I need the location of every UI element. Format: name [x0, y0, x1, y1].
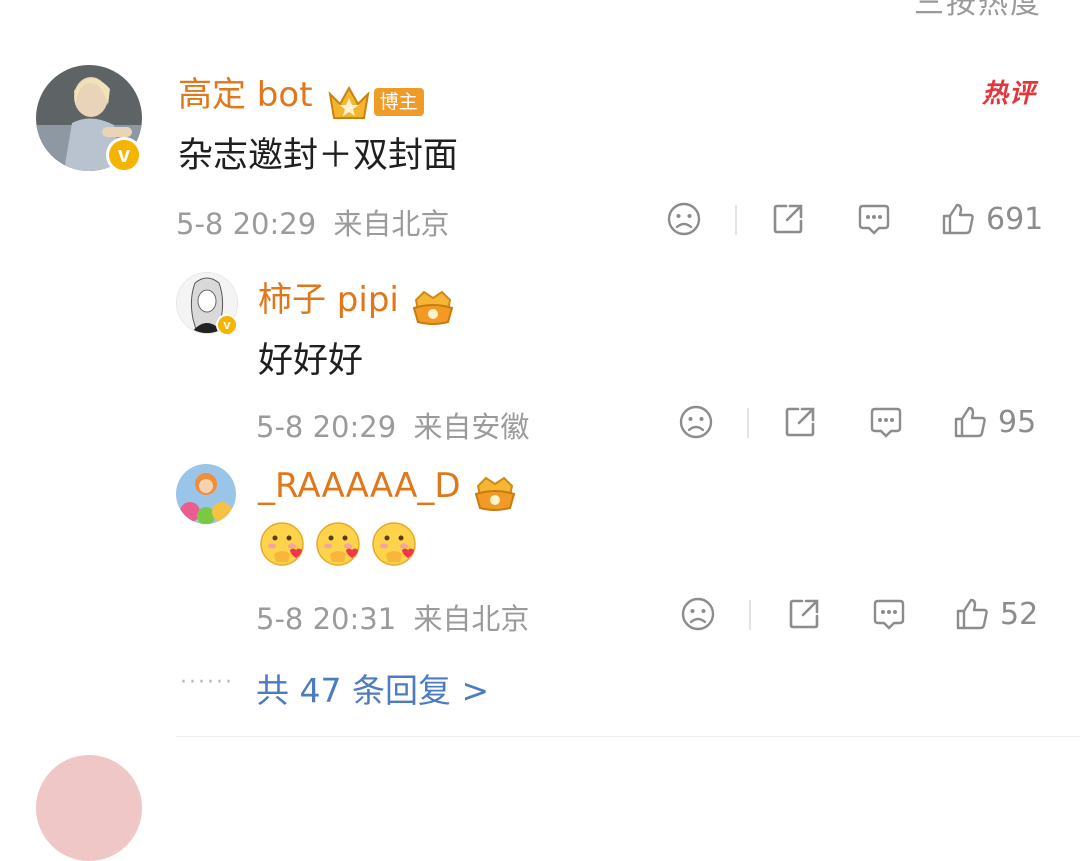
main-comment: v 高定 bot 博主 热评 杂志邀封＋双封面 5-8 20:29 来自北京 6… — [0, 55, 1080, 255]
reply-item: _RAAAAA_D 5-8 20:31 来自北京 52 — [0, 456, 1080, 646]
share-button[interactable] — [768, 199, 808, 239]
dislike-button[interactable] — [664, 199, 704, 239]
comment-text: 杂志邀封＋双封面 — [178, 136, 459, 176]
share-icon — [785, 407, 815, 437]
avatar[interactable] — [36, 755, 142, 861]
sad-face-icon — [667, 202, 701, 236]
reply-time: 5-8 20:31 — [256, 602, 397, 636]
reply-button[interactable] — [866, 402, 906, 442]
like-button[interactable]: 52 — [954, 592, 1038, 636]
crown-rank-icon — [472, 474, 518, 512]
avatar[interactable] — [176, 464, 236, 524]
crown-rank-icon — [326, 84, 372, 120]
heart-hands-emoji — [372, 522, 416, 566]
comment-time: 5-8 20:29 — [176, 207, 317, 241]
thumbs-up-icon — [942, 203, 974, 235]
verified-badge: v — [216, 314, 238, 336]
verified-badge: v — [106, 137, 142, 173]
username[interactable]: 柿子 pipi — [258, 280, 399, 320]
sort-by-hotness[interactable]: 三按热度 — [914, 0, 1042, 22]
reply-location: 来自北京 — [413, 602, 530, 636]
thumbs-up-icon — [956, 598, 988, 630]
username[interactable]: _RAAAAA_D — [258, 466, 461, 506]
heart-hands-emoji — [260, 522, 304, 566]
view-more-replies-link[interactable]: 共 47 条回复 > — [256, 664, 489, 712]
share-button[interactable] — [784, 594, 824, 634]
share-icon — [789, 599, 819, 629]
like-count: 95 — [998, 404, 1037, 440]
username[interactable]: 高定 bot — [178, 75, 313, 115]
like-button[interactable]: 95 — [952, 400, 1036, 444]
sad-face-icon — [681, 597, 715, 631]
reply-item: v 柿子 pipi 好好好 5-8 20:29 来自安徽 95 — [0, 262, 1080, 452]
comment-icon — [873, 599, 905, 630]
share-icon — [773, 204, 803, 234]
comment-header: 高定 bot 博主 — [178, 67, 424, 120]
action-separator — [749, 600, 751, 630]
sad-face-icon — [679, 405, 713, 439]
hot-comment-label: 热评 — [981, 79, 1036, 109]
dislike-button[interactable] — [678, 594, 718, 634]
action-separator — [735, 205, 737, 235]
reply-time: 5-8 20:29 — [256, 410, 397, 444]
reply-meta: 5-8 20:29 来自安徽 — [256, 404, 529, 446]
sort-icon: 三 — [914, 0, 946, 21]
reply-button[interactable] — [854, 199, 894, 239]
comment-icon — [870, 407, 902, 438]
reply-meta: 5-8 20:31 来自北京 — [256, 596, 529, 638]
reply-text: 好好好 — [258, 341, 364, 381]
share-button[interactable] — [780, 402, 820, 442]
reply-header: _RAAAAA_D — [258, 466, 518, 512]
reply-emoji-row — [258, 520, 426, 572]
reply-location: 来自安徽 — [413, 410, 530, 444]
reply-header: 柿子 pipi — [258, 272, 456, 326]
comment-location: 来自北京 — [333, 207, 450, 241]
comment-meta: 5-8 20:29 来自北京 — [176, 201, 449, 243]
divider — [176, 736, 1080, 737]
like-button[interactable]: 691 — [940, 197, 1043, 241]
like-count: 52 — [1000, 596, 1039, 632]
comment-icon — [858, 204, 890, 235]
action-separator — [747, 408, 749, 438]
blogger-tag: 博主 — [373, 87, 424, 116]
more-replies-dots: ······ — [180, 670, 234, 695]
thumbs-up-icon — [954, 406, 986, 438]
heart-hands-emoji — [316, 522, 360, 566]
like-count: 691 — [986, 201, 1044, 237]
reply-button[interactable] — [869, 594, 909, 634]
dislike-button[interactable] — [676, 402, 716, 442]
crown-rank-icon — [410, 288, 456, 326]
